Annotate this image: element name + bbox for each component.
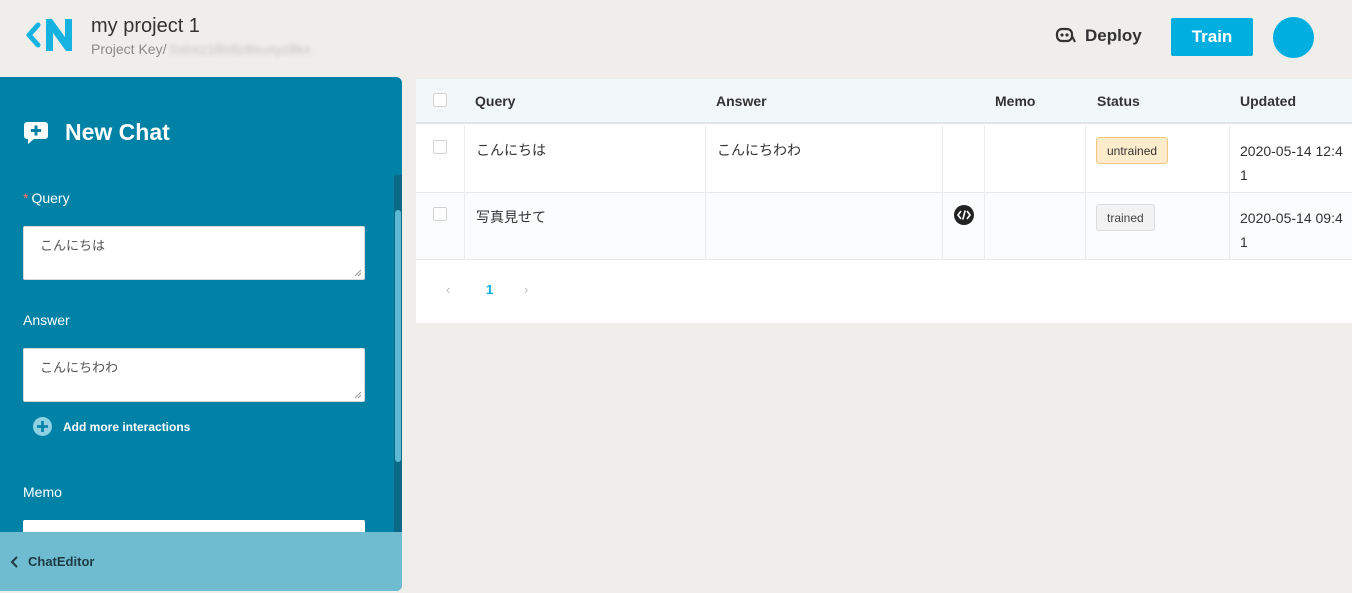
project-key: Project Key/Sxhxz1lllx8z8xuxyz8kx	[91, 41, 311, 57]
column-status[interactable]: Status	[1097, 93, 1140, 109]
add-more-label: Add more interactions	[63, 419, 191, 434]
user-avatar[interactable]	[1273, 17, 1314, 58]
row-updated: 2020-05-14 09:41	[1240, 210, 1343, 250]
app-logo[interactable]	[26, 15, 76, 55]
chat-editor-label: ChatEditor	[28, 554, 95, 569]
status-badge: untrained	[1096, 137, 1169, 164]
pagination-page-1[interactable]: 1	[486, 282, 493, 297]
row-updated: 2020-05-14 12:41	[1240, 143, 1343, 183]
project-key-value: Sxhxz1lllx8z8xuxyz8kx	[168, 41, 311, 57]
answer-input[interactable]: こんにちわわ	[23, 348, 365, 402]
required-mark: *	[23, 190, 29, 206]
status-badge: trained	[1096, 204, 1155, 231]
memo-label: Memo	[23, 484, 62, 500]
logo-icon	[26, 19, 72, 51]
panel-scrollbar-thumb[interactable]	[395, 210, 401, 462]
row-answer: こんにちわわ	[717, 142, 801, 158]
pagination: ‹ 1 ›	[416, 279, 1352, 303]
resize-grip-icon[interactable]	[354, 391, 362, 399]
deploy-button[interactable]: Deploy	[1055, 24, 1142, 48]
row-query: 写真見せて	[476, 209, 546, 225]
new-chat-panel: New Chat * Query こんにちは Answer こんにちわわ Add …	[0, 77, 402, 591]
add-more-interactions-button[interactable]: Add more interactions	[33, 417, 190, 436]
deploy-label: Deploy	[1085, 26, 1142, 45]
column-query[interactable]: Query	[475, 93, 515, 109]
code-icon[interactable]	[953, 204, 975, 226]
panel-title: New Chat	[65, 119, 170, 145]
chat-plus-icon	[24, 121, 48, 144]
plus-circle-icon	[33, 417, 52, 436]
chat-editor-toggle[interactable]: ChatEditor	[0, 532, 402, 591]
query-label: * Query	[23, 190, 70, 206]
project-title: my project 1	[91, 15, 200, 37]
query-input-value: こんにちは	[40, 238, 106, 253]
row-checkbox[interactable]	[433, 140, 447, 154]
project-key-label: Project Key/	[91, 41, 167, 57]
table-row[interactable]: 写真見せて trained 2020-05-14 09:41	[416, 193, 1352, 260]
answer-input-value: こんにちわわ	[40, 360, 119, 375]
resize-grip-icon[interactable]	[354, 269, 362, 277]
column-updated[interactable]: Updated	[1240, 93, 1296, 109]
pagination-prev-button[interactable]: ‹	[446, 282, 450, 297]
column-memo[interactable]: Memo	[995, 93, 1035, 109]
robot-icon	[1055, 27, 1076, 43]
pagination-next-button[interactable]: ›	[524, 282, 528, 297]
query-label-text: Query	[31, 190, 70, 206]
table-row[interactable]: こんにちは こんにちわわ untrained 2020-05-14 12:41	[416, 126, 1352, 193]
select-all-checkbox[interactable]	[433, 93, 447, 107]
chat-table: Query Answer Memo Status Updated こんにちは こ…	[416, 79, 1352, 323]
answer-label: Answer	[23, 312, 70, 328]
chevron-left-icon	[10, 555, 18, 568]
panel-header: New Chat	[23, 119, 170, 146]
query-input[interactable]: こんにちは	[23, 226, 365, 280]
column-answer[interactable]: Answer	[716, 93, 767, 109]
table-header: Query Answer Memo Status Updated	[416, 79, 1352, 124]
train-button[interactable]: Train	[1171, 18, 1253, 56]
row-query: こんにちは	[476, 142, 546, 158]
row-checkbox[interactable]	[433, 207, 447, 221]
